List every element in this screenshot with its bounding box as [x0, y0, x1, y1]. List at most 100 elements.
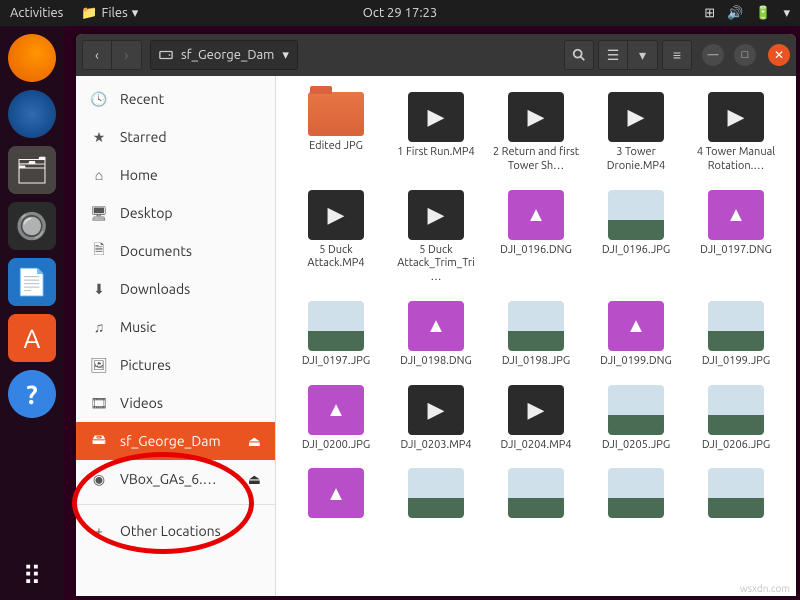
volume-icon[interactable]: 🔊	[727, 6, 743, 21]
image-icon: ▲	[408, 301, 464, 351]
file-item[interactable]: ▶3 Tower Dronie.MP4	[588, 88, 684, 178]
sidebar-item-desktop[interactable]: 🖥Desktop	[76, 194, 275, 232]
pathbar[interactable]: sf_George_Dam ▾	[150, 40, 298, 70]
chevron-down-icon[interactable]: ▾	[783, 6, 790, 21]
eject-icon[interactable]: ⏏	[248, 433, 261, 450]
gnome-topbar: Activities 📁 Files ▾ Oct 29 17:23 ⊞ 🔊 🔋 …	[0, 0, 800, 26]
file-item[interactable]	[488, 464, 584, 526]
dock-thunderbird[interactable]	[8, 90, 56, 138]
file-item[interactable]: ▶5 Duck Attack_Trim_Tri…	[388, 186, 484, 289]
sidebar-item-label: Downloads	[120, 281, 190, 297]
file-label: DJI_0196.JPG	[602, 244, 670, 258]
sidebar-item-music[interactable]: ♫Music	[76, 308, 275, 346]
sidebar-item-label: Music	[120, 319, 156, 335]
files-window: ‹ › sf_George_Dam ▾ ☰ ▾ ≡ — □ ✕ 🕓Recent★…	[76, 34, 796, 596]
thumb-icon	[708, 385, 764, 435]
dock-writer[interactable]: 📄	[8, 258, 56, 306]
eject-icon[interactable]: ⏏	[248, 471, 261, 488]
dock-rhythmbox[interactable]: 🔘	[8, 202, 56, 250]
drive-icon	[159, 48, 173, 62]
file-item[interactable]: ▲	[288, 464, 384, 526]
sidebar-item-recent[interactable]: 🕓Recent	[76, 80, 275, 118]
sidebar-item-videos[interactable]: 🎞 Videos	[76, 384, 275, 422]
back-button[interactable]: ‹	[82, 40, 112, 70]
file-label: DJI_0198.DNG	[400, 355, 472, 369]
file-item[interactable]: Edited JPG	[288, 88, 384, 178]
file-item[interactable]: ▶ DJI_0204.MP4	[488, 381, 584, 457]
dock-firefox[interactable]	[8, 34, 56, 82]
sidebar-item-home[interactable]: ⌂Home	[76, 156, 275, 194]
app-menu-label: Files	[102, 6, 128, 20]
sidebar-mount-VBox_GAs_6.…[interactable]: ◉VBox_GAs_6.…⏏	[76, 460, 275, 498]
file-item[interactable]: DJI_0198.JPG	[488, 297, 584, 373]
clock[interactable]: Oct 29 17:23	[363, 6, 437, 20]
close-button[interactable]: ✕	[768, 44, 790, 66]
file-item[interactable]	[588, 464, 684, 526]
file-item[interactable]: ▲DJI_0197.DNG	[688, 186, 784, 289]
file-label: DJI_0199.JPG	[702, 355, 770, 369]
network-icon[interactable]: ⊞	[704, 6, 715, 21]
minimize-button[interactable]: —	[702, 44, 724, 66]
sidebar-mount-sf_George_Dam[interactable]: 🖴sf_George_Dam⏏	[76, 422, 275, 460]
file-label: DJI_0200.JPG	[302, 439, 370, 453]
file-item[interactable]: ▶5 Duck Attack.MP4	[288, 186, 384, 289]
file-label: DJI_0204.MP4	[500, 439, 571, 453]
activities-button[interactable]: Activities	[10, 6, 63, 20]
video-icon: ▶	[508, 385, 564, 435]
dock-files[interactable]: 🗂	[8, 146, 56, 194]
file-item[interactable]: DJI_0206.JPG	[688, 381, 784, 457]
thumb-icon	[508, 468, 564, 518]
dock-help[interactable]: ?	[8, 370, 56, 418]
hamburger-menu[interactable]: ≡	[662, 40, 692, 70]
sidebar-item-documents[interactable]: 🗎Documents	[76, 232, 275, 270]
sidebar-item-label: Documents	[120, 243, 192, 259]
file-label: DJI_0206.JPG	[702, 439, 770, 453]
view-options-button[interactable]: ▾	[628, 40, 658, 70]
battery-icon[interactable]: 🔋	[755, 6, 771, 21]
view-list-button[interactable]: ☰	[598, 40, 628, 70]
file-item[interactable]	[688, 464, 784, 526]
search-button[interactable]	[564, 40, 594, 70]
file-item[interactable]: ▶1 First Run.MP4	[388, 88, 484, 178]
sidebar-item-label: Other Locations	[120, 523, 221, 539]
file-item[interactable]	[388, 464, 484, 526]
file-label: 3 Tower Dronie.MP4	[592, 146, 680, 174]
file-item[interactable]: DJI_0205.JPG	[588, 381, 684, 457]
forward-button[interactable]: ›	[112, 40, 142, 70]
file-item[interactable]: ▲DJI_0199.DNG	[588, 297, 684, 373]
sidebar-item-label: Home	[120, 167, 158, 183]
thumb-icon	[408, 468, 464, 518]
thumb-icon	[308, 301, 364, 351]
sidebar-item-starred[interactable]: ★Starred	[76, 118, 275, 156]
sidebar-item-label: Videos	[120, 395, 163, 411]
dock-show-apps[interactable]: ⠿	[8, 552, 56, 600]
file-item[interactable]: ▲DJI_0200.JPG	[288, 381, 384, 457]
file-item[interactable]: ▶ 4 Tower Manual Rotation.…	[688, 88, 784, 178]
plus-icon: +	[90, 523, 108, 539]
videos-icon: 🎞	[90, 395, 108, 412]
file-item[interactable]: ▶DJI_0203.MP4	[388, 381, 484, 457]
file-item[interactable]: DJI_0199.JPG	[688, 297, 784, 373]
thumb-icon	[708, 301, 764, 351]
app-menu[interactable]: 📁 Files ▾	[81, 6, 138, 21]
file-item[interactable]: ▶2 Return and first Tower Sh…	[488, 88, 584, 178]
file-item[interactable]: ▲ DJI_0198.DNG	[388, 297, 484, 373]
file-item[interactable]: DJI_0196.JPG	[588, 186, 684, 289]
folder-icon	[308, 92, 364, 136]
video-icon: ▶	[708, 92, 764, 142]
file-label: 4 Tower Manual Rotation.…	[692, 146, 780, 174]
file-label: DJI_0196.DNG	[500, 244, 572, 258]
downloads-icon: ⬇	[90, 281, 108, 298]
sidebar-item-pictures[interactable]: 🖼Pictures	[76, 346, 275, 384]
dock-software[interactable]: A	[8, 314, 56, 362]
thumb-icon	[608, 190, 664, 240]
file-item[interactable]: DJI_0197.JPG	[288, 297, 384, 373]
maximize-button[interactable]: □	[734, 44, 756, 66]
file-item[interactable]: ▲DJI_0196.DNG	[488, 186, 584, 289]
video-icon: ▶	[408, 92, 464, 142]
sidebar-other-locations[interactable]: + Other Locations	[76, 504, 275, 548]
disc-icon: ◉	[90, 471, 108, 488]
file-label: DJI_0198.JPG	[502, 355, 570, 369]
sidebar-item-downloads[interactable]: ⬇ Downloads	[76, 270, 275, 308]
folder-icon: 📁	[81, 6, 97, 21]
